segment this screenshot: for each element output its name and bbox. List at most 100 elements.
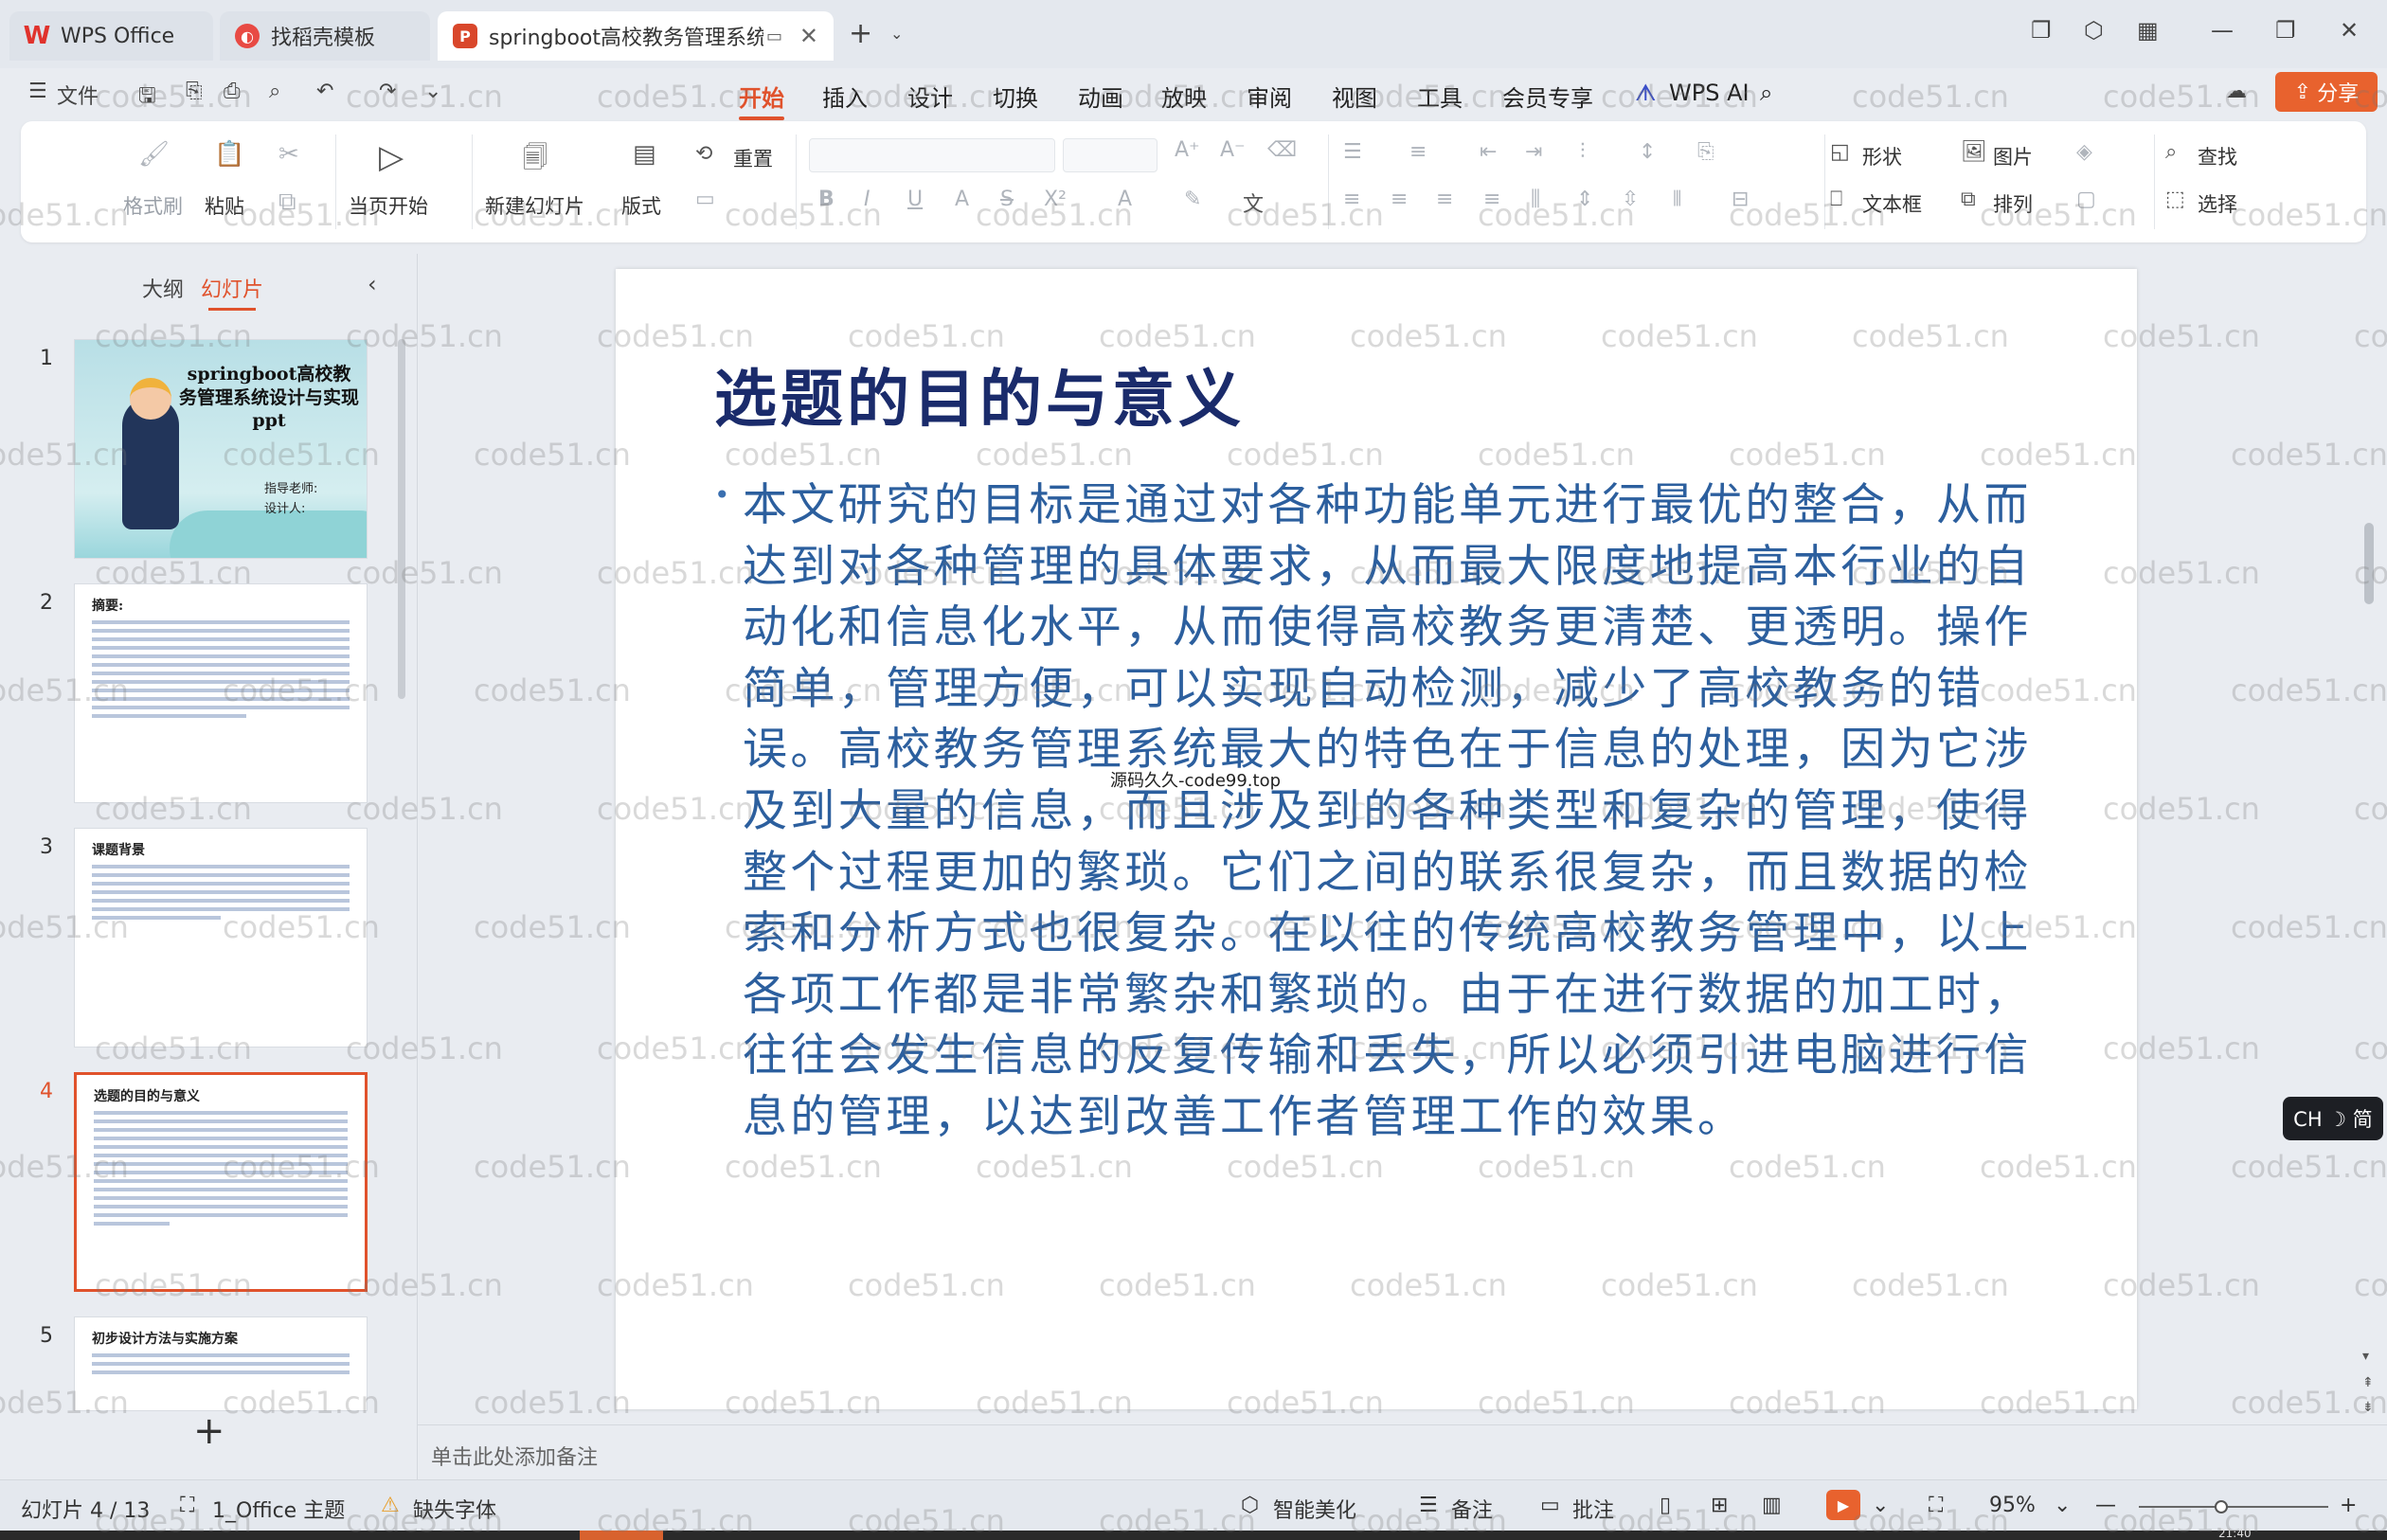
convert-smartart-icon[interactable]: ⎘ — [1697, 140, 1714, 164]
play-circle-icon[interactable]: ▷ — [379, 138, 404, 176]
find-button[interactable]: 查找 — [2198, 142, 2237, 170]
normal-view-icon[interactable]: ▯ — [1660, 1494, 1671, 1517]
picture-button[interactable]: 图片 — [1993, 142, 2033, 170]
menu-review[interactable]: 审阅 — [1247, 80, 1292, 113]
menu-wps-ai[interactable]: WPS AI — [1669, 80, 1750, 106]
export-icon[interactable]: ⎘ — [186, 80, 203, 103]
textbox-icon[interactable]: ⎕ — [1830, 188, 1842, 211]
paste-button[interactable]: 粘贴 — [205, 191, 244, 220]
canvas-scrollbar[interactable] — [2364, 523, 2374, 604]
menu-animation[interactable]: 动画 — [1078, 80, 1123, 113]
cloud-icon[interactable]: ☁ — [2226, 80, 2247, 103]
menu-tools[interactable]: 工具 — [1417, 80, 1463, 113]
slide-thumbnail-3[interactable]: 课题背景 — [74, 828, 368, 1048]
zoom-slider-handle[interactable] — [2215, 1500, 2228, 1513]
reset-icon[interactable]: ⟲ — [695, 142, 712, 166]
comments-button[interactable]: 批注 — [1572, 1494, 1614, 1524]
outline-icon[interactable]: ▢ — [2076, 188, 2096, 211]
strikethrough-icon[interactable]: S — [1000, 188, 1014, 211]
new-slide-icon[interactable]: 🗐 — [523, 140, 547, 182]
prev-slide-icon[interactable]: ⇞ — [2362, 1375, 2374, 1390]
print-icon[interactable]: ⎙ — [224, 80, 241, 103]
highlight-icon[interactable]: ✎ — [1184, 188, 1201, 211]
phonetic-icon[interactable]: 文 — [1243, 188, 1264, 218]
slide-sorter-icon[interactable]: ⊞ — [1711, 1494, 1728, 1517]
columns-icon[interactable]: ⫴ — [1673, 188, 1681, 211]
zoom-slider[interactable] — [2139, 1506, 2328, 1508]
notes-toggle[interactable]: 备注 — [1451, 1494, 1493, 1524]
decrease-indent-icon[interactable]: ⇤ — [1480, 140, 1497, 164]
add-slide-button[interactable]: + — [193, 1409, 225, 1453]
find-icon[interactable]: ⌕ — [2165, 140, 2177, 164]
tab-document[interactable]: P springboot高校教务管理系统 ▭ ✕ — [438, 11, 834, 61]
align-left-icon[interactable]: ≡ — [1343, 188, 1360, 211]
clear-format-icon[interactable]: ⌫ — [1267, 138, 1297, 162]
increase-indent-icon[interactable]: ⇥ — [1525, 140, 1542, 164]
bold-icon[interactable]: B — [818, 188, 835, 211]
slide-thumbnail-1[interactable]: springboot高校教务管理系统设计与实现ppt 指导老师: 设计人: — [74, 339, 368, 559]
slide-title[interactable]: 选题的目的与意义 — [714, 349, 1245, 439]
notes-placeholder[interactable]: 单击此处添加备注 — [431, 1441, 598, 1471]
font-size-select[interactable] — [1063, 138, 1158, 172]
para-spacing-icon[interactable]: ⇳ — [1622, 188, 1639, 211]
window-icon[interactable]: ❐ — [2031, 17, 2052, 44]
select-button[interactable]: 选择 — [2198, 189, 2237, 218]
select-icon[interactable]: ⬚ — [2165, 188, 2185, 211]
tab-templates[interactable]: ◐ 找稻壳模板 — [220, 11, 430, 61]
scroll-up-icon[interactable]: ▾ — [2362, 1349, 2369, 1364]
new-slide-button[interactable]: 新建幻灯片 — [485, 191, 584, 220]
play-from-current-button[interactable]: 当页开始 — [349, 191, 428, 220]
copy-icon[interactable]: ⧉ — [278, 188, 296, 217]
share-button[interactable]: ⇪ 分享 — [2275, 72, 2378, 112]
ime-indicator[interactable]: CH ☽ 简 — [2283, 1097, 2383, 1140]
fill-icon[interactable]: ◈ — [2076, 140, 2092, 164]
collapse-panel-icon[interactable]: ‹ — [368, 271, 377, 297]
tab-wps-office[interactable]: W WPS Office — [9, 11, 213, 61]
char-spacing-icon[interactable]: ⇕ — [1576, 188, 1593, 211]
save-icon[interactable]: 🖫 — [138, 80, 156, 116]
file-menu[interactable]: 文件 — [57, 80, 99, 110]
search-icon[interactable]: ⌕ — [1760, 80, 1772, 106]
print-preview-icon[interactable]: ⌕ — [269, 80, 280, 103]
format-painter-button[interactable]: 格式刷 — [123, 191, 183, 220]
font-family-select[interactable] — [809, 138, 1055, 172]
tab-slides[interactable]: 幻灯片 — [201, 273, 263, 311]
arrange-button[interactable]: 排列 — [1993, 189, 2033, 218]
wps-ai-icon[interactable]: ᗑ — [1635, 80, 1657, 106]
align-right-icon[interactable]: ≡ — [1436, 188, 1453, 211]
play-slideshow-button[interactable]: ▶ — [1826, 1490, 1860, 1520]
reset-button[interactable]: 重置 — [733, 144, 773, 172]
maximize-icon[interactable]: ❐ — [2275, 17, 2296, 44]
next-slide-icon[interactable]: ⇟ — [2362, 1400, 2374, 1415]
italic-icon[interactable]: I — [864, 188, 870, 211]
chevron-down-icon[interactable]: ⌄ — [890, 25, 903, 43]
menu-member[interactable]: 会员专享 — [1502, 80, 1593, 113]
layout-button[interactable]: 版式 — [621, 191, 661, 220]
underline-icon[interactable]: U — [907, 188, 923, 211]
missing-font-button[interactable]: 缺失字体 — [413, 1494, 496, 1524]
slide-thumbnail-4[interactable]: 选题的目的与意义 — [74, 1072, 368, 1292]
cube-icon[interactable]: ⬡ — [2084, 17, 2104, 44]
chevron-down-icon[interactable]: ⌄ — [2054, 1494, 2071, 1517]
superscript-icon[interactable]: X² — [1044, 188, 1067, 211]
redo-icon[interactable]: ↷ — [379, 80, 396, 103]
theme-name[interactable]: 1_Office 主题 — [212, 1494, 345, 1524]
zoom-level[interactable]: 95% — [1989, 1494, 2036, 1517]
increase-font-icon[interactable]: A⁺ — [1175, 138, 1200, 162]
new-tab-button[interactable]: + — [849, 17, 872, 50]
hamburger-icon[interactable]: ☰ — [28, 80, 47, 103]
section-icon[interactable]: ▭ — [695, 188, 715, 211]
notes-pane[interactable]: 单击此处添加备注 — [418, 1424, 2387, 1479]
distribute-icon[interactable]: ⫼ — [1531, 188, 1540, 211]
align-center-icon[interactable]: ≡ — [1391, 188, 1408, 211]
minimize-icon[interactable]: — — [2211, 17, 2234, 44]
layout-icon[interactable]: ▤ — [633, 140, 656, 169]
panel-scrollbar[interactable] — [398, 339, 405, 699]
cut-icon[interactable]: ✂ — [278, 140, 299, 169]
zoom-out-icon[interactable]: — — [2095, 1494, 2116, 1517]
smart-beautify-button[interactable]: 智能美化 — [1273, 1494, 1356, 1524]
justify-icon[interactable]: ≡ — [1483, 188, 1500, 211]
slide-thumbnail-2[interactable]: 摘要: — [74, 583, 368, 803]
line-spacing-icon[interactable]: ↕ — [1639, 140, 1656, 164]
shadow-text-icon[interactable]: A — [955, 188, 969, 211]
